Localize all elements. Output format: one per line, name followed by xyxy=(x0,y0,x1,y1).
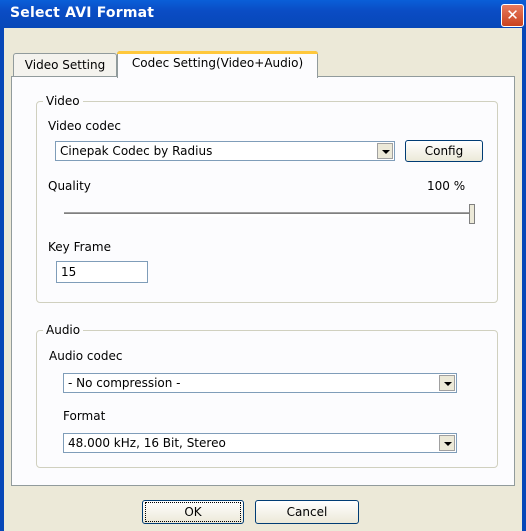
title-bar[interactable]: Select AVI Format ✕ xyxy=(0,0,526,28)
audio-format-value: 48.000 kHz, 16 Bit, Stereo xyxy=(68,436,226,450)
quality-value: 100 % xyxy=(427,179,466,193)
video-codec-select[interactable]: Cinepak Codec by Radius xyxy=(55,141,395,161)
window-title: Select AVI Format xyxy=(10,5,155,21)
ok-button-label: OK xyxy=(145,502,241,522)
video-codec-label: Video codec xyxy=(48,119,121,133)
config-button-label: Config xyxy=(424,144,464,158)
tab-codec-setting[interactable]: Codec Setting(Video+Audio) xyxy=(117,51,318,78)
config-button[interactable]: Config xyxy=(405,140,483,162)
tab-panel: Video Video codec Cinepak Codec by Radiu… xyxy=(11,76,515,486)
tab-label: Video Setting xyxy=(24,58,106,72)
quality-slider-thumb[interactable] xyxy=(469,204,475,224)
video-codec-value: Cinepak Codec by Radius xyxy=(60,144,213,158)
tab-video-setting[interactable]: Video Setting xyxy=(13,53,117,78)
keyframe-value: 15 xyxy=(61,265,77,279)
keyframe-label: Key Frame xyxy=(48,240,111,254)
audio-codec-select[interactable]: - No compression - xyxy=(63,373,457,393)
tab-label: Codec Setting(Video+Audio) xyxy=(131,56,304,70)
video-group-label: Video xyxy=(43,94,83,108)
window-frame-left xyxy=(0,28,4,531)
quality-slider-track[interactable] xyxy=(64,212,472,217)
dialog-window: Select AVI Format ✕ Video Setting Codec … xyxy=(0,0,526,531)
audio-codec-label: Audio codec xyxy=(49,349,123,363)
window-frame-right xyxy=(522,28,526,531)
cancel-button-label: Cancel xyxy=(286,505,328,519)
ok-button[interactable]: OK xyxy=(142,500,244,524)
audio-format-select[interactable]: 48.000 kHz, 16 Bit, Stereo xyxy=(63,433,457,453)
chevron-down-icon[interactable] xyxy=(377,143,393,159)
close-icon[interactable]: ✕ xyxy=(501,4,524,27)
audio-group-label: Audio xyxy=(43,323,84,337)
chevron-down-icon[interactable] xyxy=(439,435,455,451)
chevron-down-icon[interactable] xyxy=(439,375,455,391)
audio-group: Audio Audio codec - No compression - For… xyxy=(36,323,498,468)
keyframe-input[interactable]: 15 xyxy=(56,261,148,283)
audio-codec-value: - No compression - xyxy=(68,376,181,390)
video-group: Video Video codec Cinepak Codec by Radiu… xyxy=(36,94,498,303)
cancel-button[interactable]: Cancel xyxy=(255,500,359,524)
format-label: Format xyxy=(63,409,106,423)
quality-label: Quality xyxy=(48,179,91,193)
